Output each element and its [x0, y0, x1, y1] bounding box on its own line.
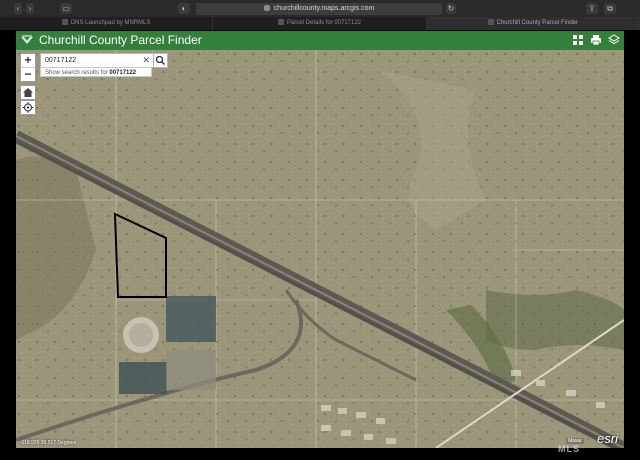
esri-logo: esri [597, 431, 618, 446]
suggestion-value: 00717122 [109, 70, 137, 76]
tab-parcel-finder[interactable]: Churchill County Parcel Finder [426, 17, 640, 30]
grid-icon[interactable] [572, 34, 584, 46]
reload-icon[interactable]: ↻ [446, 3, 456, 14]
search-suggestion[interactable]: Show search results for 00717122 [40, 67, 152, 77]
mls-watermark: MLS [558, 444, 580, 454]
search-input[interactable] [41, 54, 133, 67]
locate-button[interactable] [20, 100, 36, 115]
search-icon [155, 55, 165, 65]
sidebar-icon[interactable]: ▭ [60, 3, 72, 14]
home-icon [23, 88, 33, 97]
tab-bar: DNS Launchpad by MNRMLS Parcel Details f… [0, 17, 640, 30]
app-title: Churchill County Parcel Finder [39, 33, 202, 47]
search-box: ✕ [40, 53, 154, 68]
print-icon[interactable] [590, 34, 602, 46]
search-button[interactable] [153, 53, 168, 68]
clear-search-icon[interactable]: ✕ [142, 54, 150, 67]
zoom-control: + − [20, 53, 36, 82]
privacy-icon[interactable]: ◐ [178, 3, 190, 14]
locate-icon [22, 102, 34, 113]
app-header: Churchill County Parcel Finder [16, 31, 624, 50]
home-button[interactable] [20, 85, 36, 100]
tab-parcel-details[interactable]: Parcel Details for 00717122 [213, 17, 427, 30]
favicon-icon [61, 19, 68, 26]
satellite-imagery [16, 50, 624, 448]
zoom-out-button[interactable]: − [21, 67, 35, 81]
share-icon[interactable]: ⇪ [586, 3, 598, 14]
app-logo-icon [21, 35, 33, 44]
back-icon[interactable]: ‹ [14, 3, 22, 14]
address-bar[interactable]: churchillcounty.maps.arcgis.com [196, 3, 442, 15]
address-text: churchillcounty.maps.arcgis.com [273, 5, 375, 12]
tab-dns-launchpad[interactable]: DNS Launchpad by MNRMLS [0, 17, 214, 30]
layers-icon[interactable] [608, 34, 620, 46]
map-view[interactable]: + − ✕ Show search results for 00717122 -… [16, 50, 624, 448]
zoom-in-button[interactable]: + [21, 54, 35, 67]
lock-icon [263, 5, 270, 12]
coordinate-readout: -118.926 39.517 Degrees [20, 440, 77, 446]
favicon-icon [277, 19, 284, 26]
favicon-icon [487, 19, 494, 26]
browser-toolbar: ‹ › ▭ ◐ churchillcounty.maps.arcgis.com … [0, 0, 640, 17]
browser-chrome: ‹ › ▭ ◐ churchillcounty.maps.arcgis.com … [0, 0, 640, 30]
forward-icon[interactable]: › [26, 3, 34, 14]
tabs-overview-icon[interactable]: ⧉ [604, 3, 616, 14]
